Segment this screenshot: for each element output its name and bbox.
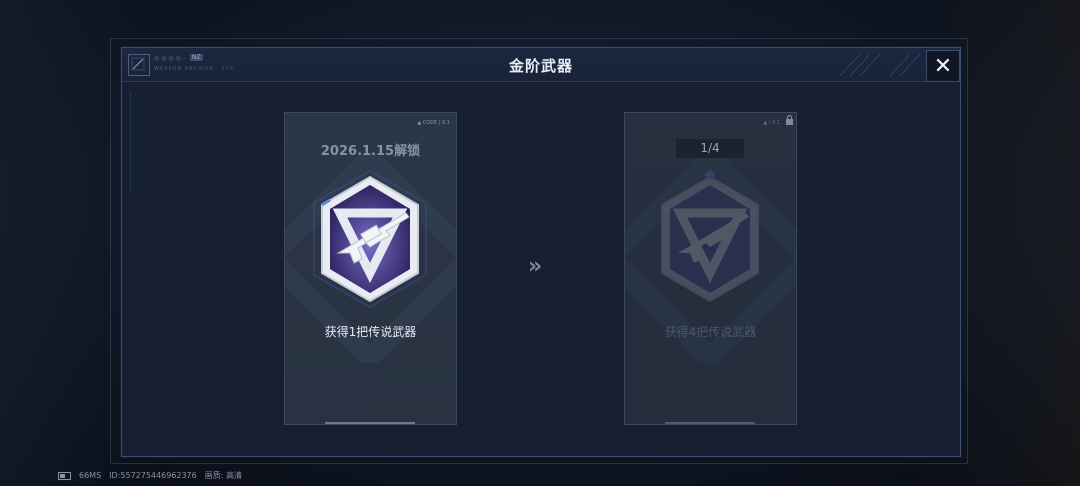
header-decoration [839, 54, 920, 76]
side-decoration [130, 93, 135, 193]
card-bottom-bar [325, 422, 415, 424]
close-button[interactable]: ✕ [926, 50, 960, 82]
battery-icon [58, 471, 71, 480]
next-tier-arrow-icon: » [528, 254, 543, 279]
tier-card-next[interactable]: ▲ / 0.1 1/4 获得4把传说武器 [624, 112, 797, 425]
card-corner-tag: ▲ CODE | 0.1 [417, 120, 450, 126]
graphics-quality: 画质: 高清 [204, 471, 242, 480]
modal-header: ◎◎◎◎- NZ WEAPON ARCHIVE · SYS 金阶武器 ✕ [122, 48, 960, 82]
weapon-tier-modal: ◎◎◎◎- NZ WEAPON ARCHIVE · SYS 金阶武器 ✕ [121, 47, 961, 457]
unlock-date: 2026.1.15解锁 [320, 144, 421, 159]
ping-value: 66MS [79, 471, 102, 480]
legendary-rifle-emblem-icon [313, 169, 427, 309]
player-id: ID:557275446962376 [109, 471, 197, 480]
locked-overlay [625, 113, 796, 424]
status-bar: 66MS ID:557275446962376 画质: 高清 [58, 470, 242, 481]
requirement-label: 获得1把传说武器 [324, 325, 417, 339]
tier-card-current[interactable]: ▲ CODE | 0.1 2026.1.15解锁 获得1把传说武器 [284, 112, 457, 425]
